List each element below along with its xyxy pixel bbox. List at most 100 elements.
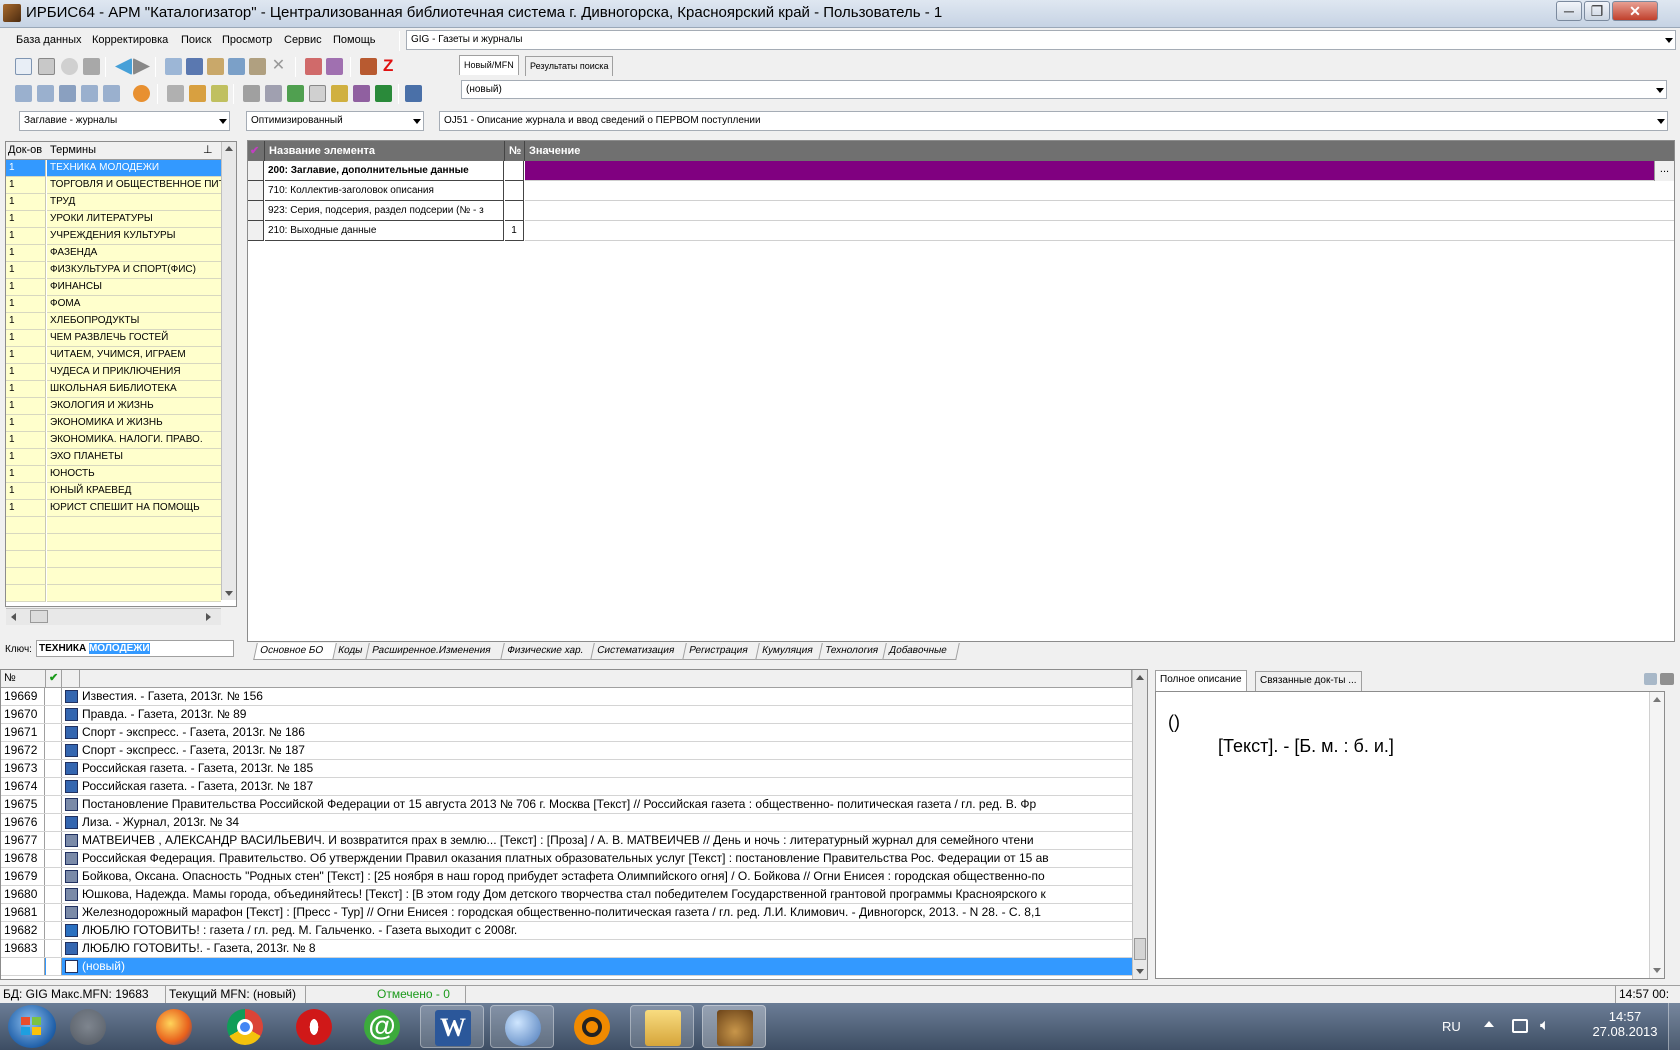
record-scrollbar[interactable]	[1132, 670, 1147, 979]
record-checkbox[interactable]	[46, 904, 62, 921]
scroll-left-icon[interactable]	[11, 613, 16, 621]
scroll-thumb[interactable]	[1134, 938, 1146, 960]
delete-icon[interactable]: ✕	[270, 58, 287, 75]
record-checkbox[interactable]	[46, 886, 62, 903]
term-row[interactable]: 1 ФОМА	[6, 296, 221, 313]
record-select[interactable]: (новый)	[461, 80, 1667, 99]
menu-database[interactable]: База данных	[16, 34, 82, 46]
scroll-up-icon[interactable]	[1653, 697, 1661, 702]
tab-full-description[interactable]: Полное описание	[1155, 670, 1247, 691]
term-row[interactable]	[6, 568, 221, 585]
network-icon[interactable]	[1512, 1019, 1528, 1033]
field-row[interactable]: 710: Коллектив-заголовок описания	[248, 181, 1674, 201]
term-row[interactable]	[6, 534, 221, 551]
folder-export-icon[interactable]	[331, 85, 348, 102]
field-row[interactable]: 200: Заглавие, дополнительные данные...	[248, 161, 1674, 181]
record-checkbox[interactable]	[46, 724, 62, 741]
tree-icon[interactable]	[228, 58, 245, 75]
record-row[interactable]: (новый)	[1, 958, 1132, 976]
import-icon[interactable]	[305, 58, 322, 75]
record-row[interactable]: 19673 Российская газета. - Газета, 2013г.…	[1, 760, 1132, 778]
transfer-icon[interactable]	[103, 85, 120, 102]
term-row[interactable]: 1 ЮНОСТЬ	[6, 466, 221, 483]
record-checkbox[interactable]	[46, 850, 62, 867]
scroll-right-icon[interactable]	[206, 613, 211, 621]
taskbar-word[interactable]: W	[420, 1005, 484, 1048]
report-icon[interactable]	[353, 85, 370, 102]
comment-icon[interactable]	[15, 85, 32, 102]
term-row[interactable]	[6, 585, 221, 602]
menu-service[interactable]: Сервис	[284, 34, 322, 46]
tab-worksheet-0[interactable]: Основное БО	[253, 643, 337, 660]
language-indicator[interactable]: RU	[1442, 1019, 1461, 1034]
taskbar-chrome[interactable]	[213, 1005, 277, 1048]
tab-new-mfn[interactable]: Новый/MFN	[459, 55, 519, 75]
link-doc-icon[interactable]	[81, 85, 98, 102]
edit-icon[interactable]	[249, 58, 266, 75]
record-row[interactable]: 19672 Спорт - экспресс. - Газета, 2013г. …	[1, 742, 1132, 760]
taskbar-opera[interactable]	[282, 1005, 346, 1048]
col-element-name[interactable]: Название элемента	[265, 141, 505, 161]
taskbar-explorer[interactable]	[630, 1005, 694, 1048]
tab-worksheet-3[interactable]: Физические хар.	[500, 643, 596, 660]
record-row[interactable]: 19675 Постановление Правительства Российс…	[1, 796, 1132, 814]
col-number[interactable]: №	[505, 141, 525, 161]
record-checkbox[interactable]	[46, 868, 62, 885]
term-row[interactable]: 1 ЮРИСТ СПЕШИТ НА ПОМОЩЬ	[6, 500, 221, 517]
term-row[interactable]: 1 ФАЗЕНДА	[6, 245, 221, 262]
copy-icon[interactable]	[83, 58, 100, 75]
record-row[interactable]: 19682 ЛЮБЛЮ ГОТОВИТЬ! : газета / гл. ред.…	[1, 922, 1132, 940]
record-row[interactable]: 19671 Спорт - экспресс. - Газета, 2013г. …	[1, 724, 1132, 742]
pin-icon[interactable]: ⊥	[203, 142, 213, 159]
record-row[interactable]: 19683 ЛЮБЛЮ ГОТОВИТЬ!. - Газета, 2013г. №…	[1, 940, 1132, 958]
taskbar-mail[interactable]: @	[350, 1005, 414, 1048]
col-docs[interactable]: Док-ов	[8, 142, 42, 159]
record-checkbox[interactable]	[46, 760, 62, 777]
term-row[interactable]: 1 ЧУДЕСА И ПРИКЛЮЧЕНИЯ	[6, 364, 221, 381]
field-row[interactable]: 210: Выходные данные 1	[248, 221, 1674, 241]
vertical-scrollbar[interactable]	[221, 142, 236, 600]
col-value[interactable]: Значение	[525, 141, 1674, 161]
term-row[interactable]: 1 ЮНЫЙ КРАЕВЕД	[6, 483, 221, 500]
term-row[interactable]: 1 ЭКОЛОГИЯ И ЖИЗНЬ	[6, 398, 221, 415]
record-checkbox[interactable]	[46, 742, 62, 759]
field-grid[interactable]: ✔ Название элемента № Значение 200: Загл…	[247, 140, 1675, 642]
term-row[interactable]: 1ТОРГОВЛЯ И ОБЩЕСТВЕННОЕ ПИТАНИЕ	[6, 177, 221, 194]
table-settings-icon[interactable]	[405, 85, 422, 102]
col-description[interactable]	[80, 670, 1132, 688]
tray-expand-icon[interactable]	[1484, 1021, 1494, 1027]
tab-worksheet-5[interactable]: Регистрация	[682, 643, 761, 660]
comment-edit-icon[interactable]	[37, 85, 54, 102]
tab-search-results[interactable]: Результаты поиска	[525, 56, 614, 76]
record-row[interactable]: 19678 Российская Федерация. Правительство…	[1, 850, 1132, 868]
record-checkbox[interactable]	[46, 832, 62, 849]
page-icon[interactable]	[309, 85, 326, 102]
clipboard-icon[interactable]	[211, 85, 228, 102]
field-value[interactable]: ...	[525, 161, 1674, 181]
clock[interactable]: 14:57 27.08.2013	[1590, 1009, 1660, 1039]
tab-worksheet-6[interactable]: Кумуляция	[755, 643, 824, 660]
tab-worksheet-8[interactable]: Добавочные	[882, 643, 960, 660]
menu-help[interactable]: Помощь	[333, 34, 376, 46]
eye-icon[interactable]	[1644, 673, 1657, 685]
record-checkbox[interactable]	[46, 922, 62, 939]
term-row[interactable]: 1 ЭКОНОМИКА И ЖИЗНЬ	[6, 415, 221, 432]
excel-icon[interactable]	[375, 85, 392, 102]
scroll-thumb[interactable]	[30, 610, 48, 623]
worksheet-select[interactable]: OJ51 - Описание журнала и ввод сведений …	[439, 111, 1668, 131]
record-row[interactable]: 19670 Правда. - Газета, 2013г. № 89	[1, 706, 1132, 724]
term-row[interactable]: 1 УЧРЕЖДЕНИЯ КУЛЬТУРЫ	[6, 228, 221, 245]
scroll-up-icon[interactable]	[1136, 675, 1144, 680]
col-mfn[interactable]: №	[1, 670, 46, 688]
globe-icon[interactable]	[59, 85, 76, 102]
horizontal-scrollbar[interactable]	[6, 608, 221, 625]
tools-icon[interactable]	[207, 58, 224, 75]
tab-worksheet-2[interactable]: Расширенное.Изменения	[365, 643, 506, 660]
key-icon[interactable]	[133, 85, 150, 102]
taskbar-search-tool[interactable]	[490, 1005, 554, 1048]
term-row[interactable]: 1 ФИЗКУЛЬТУРА И СПОРТ(ФИС)	[6, 262, 221, 279]
record-row[interactable]: 19674 Российская газета. - Газета, 2013г.…	[1, 778, 1132, 796]
record-checkbox[interactable]	[46, 778, 62, 795]
term-row[interactable]: 1 ТЕХНИКА МОЛОДЕЖИ	[6, 160, 221, 177]
term-row[interactable]: 1 ЧЕМ РАЗВЛЕЧЬ ГОСТЕЙ	[6, 330, 221, 347]
